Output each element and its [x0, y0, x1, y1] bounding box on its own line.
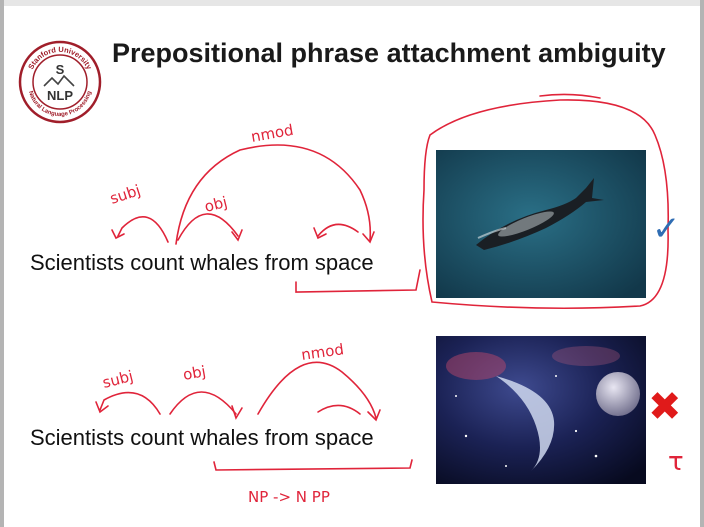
top-divider — [0, 0, 704, 6]
slide-title: Prepositional phrase attachment ambiguit… — [112, 38, 666, 68]
cross-icon: ✖ — [648, 384, 682, 430]
example-sentence-2: Scientists count whales from space — [30, 425, 374, 450]
example-sentence-1: Scientists count whales from space — [30, 250, 374, 275]
nmod-arc-1 — [175, 144, 372, 245]
subj-arc-1 — [117, 216, 169, 243]
nmod-label-2: nmod — [300, 340, 345, 364]
obj-arc-1 — [177, 213, 239, 241]
subj-label-1: subj — [108, 181, 143, 208]
stray-mark: τ — [668, 447, 684, 477]
nmod-label-1: nmod — [250, 121, 295, 146]
check-icon: ✓ — [652, 209, 681, 249]
obj-label-2: obj — [182, 362, 208, 384]
obj-arc-2 — [169, 391, 237, 415]
left-edge — [0, 0, 4, 527]
whale-space-photo — [436, 336, 646, 484]
svg-text:S: S — [56, 62, 65, 77]
nmod-arc-2 — [257, 361, 377, 419]
right-edge — [700, 0, 704, 527]
stanford-nlp-logo: Stanford University Natural Language Pro… — [18, 40, 102, 124]
np-bracket-2 — [213, 459, 413, 471]
nmod-small-arc-1 — [317, 223, 359, 237]
subj-arc-2 — [99, 391, 161, 415]
np-rule-label: NP -> N PP — [248, 488, 330, 506]
whale-aerial-photo — [436, 150, 646, 298]
svg-text:NLP: NLP — [47, 88, 73, 103]
slide: Stanford University Natural Language Pro… — [0, 0, 704, 527]
obj-label-1: obj — [203, 193, 230, 216]
subj-label-2: subj — [101, 367, 135, 392]
